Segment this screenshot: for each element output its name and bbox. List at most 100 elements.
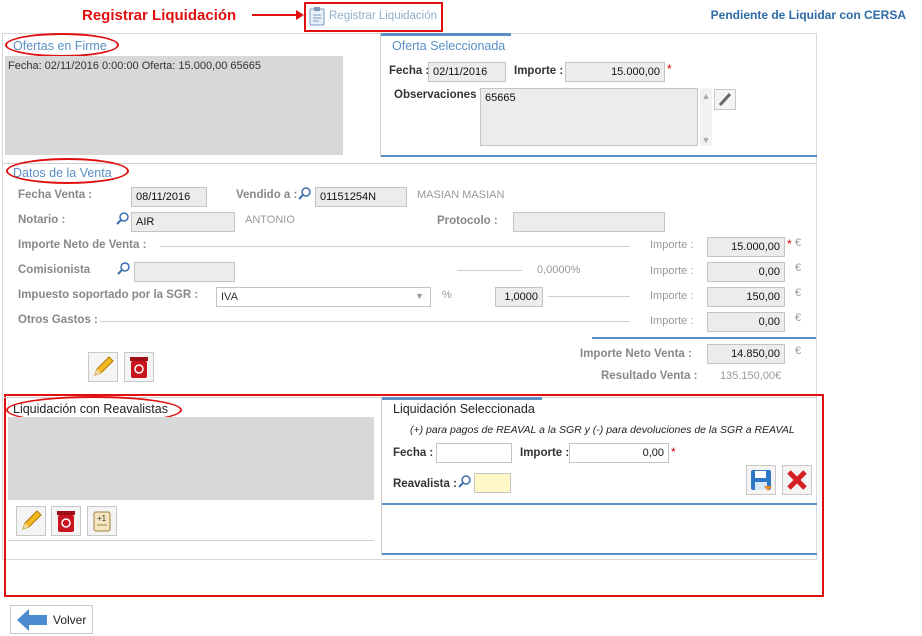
delete-venta-button[interactable] <box>124 352 154 382</box>
otros-importe-field[interactable]: 0,00 <box>707 312 785 332</box>
chevron-down-icon: ▼ <box>415 291 424 301</box>
impuesto-importe-field[interactable]: 150,00 <box>707 287 785 307</box>
protocolo-field[interactable] <box>513 212 665 232</box>
oferta-bottom-rule <box>381 155 817 157</box>
impuesto-label: Impuesto soportado por la SGR : <box>18 289 199 301</box>
neto-rule <box>592 337 816 339</box>
edit-observaciones-button[interactable] <box>714 89 736 110</box>
oferta-importe-field[interactable]: 15.000,00 <box>565 62 665 82</box>
divider <box>548 296 630 297</box>
liq-bottom-rule <box>382 553 817 555</box>
divider <box>3 163 816 164</box>
importe-label: Importe : <box>650 265 694 277</box>
importe-neto-field[interactable]: 15.000,00 <box>707 237 785 257</box>
divider <box>457 270 522 271</box>
oferta-fecha-label: Fecha : <box>389 65 430 77</box>
notario-label: Notario : <box>18 214 66 226</box>
vendido-id-field[interactable]: 01151254N <box>315 187 407 207</box>
divider <box>8 540 374 541</box>
save-liquidacion-button[interactable] <box>746 465 776 495</box>
search-icon[interactable] <box>458 475 472 489</box>
increment-reavalista-button[interactable]: +1 <box>87 506 117 536</box>
liq-fecha-label: Fecha : <box>393 447 434 459</box>
importe-label: Importe : <box>650 290 694 302</box>
search-icon[interactable] <box>298 187 312 201</box>
divider <box>100 321 630 322</box>
observaciones-field[interactable]: 65665 <box>480 88 698 146</box>
annotation-oval-venta <box>6 158 129 184</box>
pencil-icon <box>718 92 732 107</box>
divider <box>160 246 630 247</box>
save-icon <box>751 470 772 491</box>
required-marker: * <box>671 445 676 459</box>
annotation-label: Registrar Liquidación <box>82 7 237 24</box>
neto-venta-field[interactable]: 14.850,00 <box>707 344 785 364</box>
currency-symbol: € <box>795 312 802 324</box>
trash-icon <box>57 511 75 532</box>
delete-reavalista-button[interactable] <box>51 506 81 536</box>
pct-symbol: % <box>442 289 452 301</box>
oferta-importe-label: Importe : <box>514 65 564 77</box>
oferta-sel-title: Oferta Seleccionada <box>392 39 506 53</box>
fecha-venta-field[interactable]: 08/11/2016 <box>131 187 207 207</box>
resultado-value: 135.150,00€ <box>720 370 782 382</box>
arrow-left-icon <box>17 608 47 631</box>
comision-importe-field[interactable]: 0,00 <box>707 262 785 282</box>
volver-label: Volver <box>53 612 87 627</box>
impuesto-selected: IVA <box>221 291 238 303</box>
notario-name: ANTONIO <box>245 214 295 226</box>
register-liquidacion-label: Registrar Liquidación <box>329 10 438 22</box>
search-icon[interactable] <box>117 262 131 276</box>
list-item[interactable]: Fecha: 02/11/2016 0:00:00 Oferta: 15.000… <box>8 60 340 72</box>
chevron-down-icon: ▼ <box>701 135 711 145</box>
liq-importe-label: Importe : <box>520 447 570 459</box>
reavalista-label: Reavalista : <box>393 478 457 490</box>
edit-reavalista-button[interactable] <box>16 506 46 536</box>
importe-neto-de-venta-label: Importe Neto de Venta : <box>18 239 147 251</box>
vendido-name: MASIAN MASIAN <box>417 189 505 201</box>
comisionista-label: Comisionista <box>18 264 91 276</box>
impuesto-pct-field[interactable]: 1,0000 <box>495 287 543 307</box>
otros-gastos-label: Otros Gastos : <box>18 314 98 326</box>
annotation-arrow <box>252 10 304 20</box>
importe-label: Importe : <box>650 239 694 251</box>
pencil-icon <box>94 356 114 376</box>
oferta-fecha-field[interactable]: 02/11/2016 <box>428 62 506 82</box>
neto-venta-label: Importe Neto Venta : <box>580 348 692 360</box>
liq-note: (+) para pagos de REAVAL a la SGR y (-) … <box>410 424 795 436</box>
cancel-liquidacion-button[interactable] <box>782 465 812 495</box>
volver-button[interactable]: Volver <box>10 605 93 634</box>
importe-label: Importe : <box>650 315 694 327</box>
currency-symbol: € <box>795 345 802 357</box>
liq-sel-title: Liquidación Seleccionada <box>393 402 535 416</box>
edit-venta-button[interactable] <box>88 352 118 382</box>
liq-mid-rule <box>382 503 817 505</box>
clipboard-icon <box>309 7 325 26</box>
comisionista-field[interactable] <box>134 262 235 282</box>
pencil-icon <box>22 510 42 530</box>
oferta-tab-indicator <box>381 33 511 36</box>
required-marker: * <box>787 237 792 251</box>
resultado-label: Resultado Venta : <box>601 370 698 382</box>
notario-code-field[interactable]: AIR <box>131 212 235 232</box>
svg-text:+1: +1 <box>97 514 107 523</box>
liq-importe-field[interactable]: 0,00 <box>569 443 669 463</box>
currency-symbol: € <box>795 287 802 299</box>
vendido-label: Vendido a : <box>236 189 298 201</box>
status-header: Pendiente de Liquidar con CERSA <box>710 8 906 22</box>
register-liquidacion-button[interactable]: Registrar Liquidación <box>309 5 437 27</box>
currency-symbol: € <box>795 262 802 274</box>
required-marker: * <box>667 62 672 76</box>
liq-fecha-field[interactable] <box>436 443 512 463</box>
liq-tab-indicator <box>382 397 542 400</box>
reavalistas-list[interactable] <box>8 417 374 500</box>
reavalista-field[interactable] <box>474 473 511 493</box>
protocolo-label: Protocolo : <box>437 215 498 227</box>
observaciones-scrollbar[interactable]: ▲ ▼ <box>700 88 712 146</box>
search-icon[interactable] <box>116 212 130 226</box>
ofertas-list[interactable]: Fecha: 02/11/2016 0:00:00 Oferta: 15.000… <box>5 56 343 155</box>
observaciones-label: Observaciones : <box>394 89 484 101</box>
fecha-venta-label: Fecha Venta : <box>18 189 93 201</box>
annotation-oval-ofertas <box>5 33 119 57</box>
impuesto-select[interactable]: IVA ▼ <box>216 287 431 307</box>
